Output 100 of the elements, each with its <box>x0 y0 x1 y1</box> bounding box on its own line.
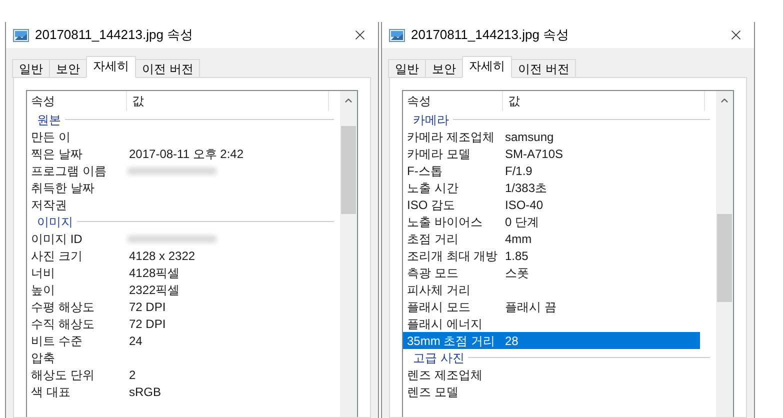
property-name: 프로그램 이름 <box>30 162 108 180</box>
tab[interactable]: 일반 <box>388 59 426 78</box>
list-row[interactable]: 비트 수준 24 <box>27 332 324 349</box>
property-name: 렌즈 제조업체 <box>406 366 484 384</box>
property-name: 만든 이 <box>30 128 72 146</box>
list-row[interactable]: 수직 해상도 72 DPI <box>27 315 324 332</box>
list-row[interactable]: 카메라 제조업체 samsung <box>403 128 700 145</box>
property-name: 사진 크기 <box>30 248 84 264</box>
scroll-thumb[interactable] <box>341 126 356 214</box>
tab[interactable]: 자세히 <box>86 56 136 78</box>
list-row[interactable]: 피사체 거리 <box>403 281 700 298</box>
list-row[interactable]: 취득한 날짜 <box>27 179 324 196</box>
group-header: 원본 <box>37 112 61 128</box>
list-row[interactable]: 조리개 최대 개방 1.85 <box>403 247 700 264</box>
scrollbar[interactable] <box>340 91 357 417</box>
property-value: 플래시 끔 <box>504 298 556 316</box>
property-value: 72 DPI <box>128 298 166 316</box>
property-name: 측광 모드 <box>406 264 460 282</box>
group-header: 이미지 <box>37 214 73 230</box>
list-row[interactable]: 렌즈 모델 <box>403 383 700 400</box>
property-name: 노출 바이어스 <box>406 214 484 230</box>
list-row[interactable]: ISO 감도 ISO-40 <box>403 196 700 213</box>
property-value: 2322픽셀 <box>128 282 180 298</box>
property-name: 초점 거리 <box>406 230 460 248</box>
list-row[interactable]: 35mm 초점 거리 28 <box>403 332 700 349</box>
property-value: SM-A710S <box>504 146 564 162</box>
list-row[interactable]: 플래시 모드 플래시 끔 <box>403 298 700 315</box>
property-value: 28 <box>504 332 518 350</box>
property-value: 4128픽셀 <box>128 264 180 282</box>
window-title: 20170811_144213.jpg 속성 <box>411 26 570 44</box>
list-row[interactable]: 초점 거리 4mm <box>403 230 700 247</box>
property-name: 플래시 모드 <box>406 298 472 316</box>
property-value: 2017-08-11 오후 2:42 <box>128 146 244 162</box>
group-header: 고급 사진 <box>413 350 464 366</box>
property-value: ISO-40 <box>504 196 544 214</box>
property-name: 수직 해상도 <box>30 316 96 332</box>
property-value: 1/383초 <box>504 180 548 196</box>
list-row[interactable]: 압축 <box>27 349 324 366</box>
property-name: 플래시 에너지 <box>406 316 484 332</box>
property-name: 노출 시간 <box>406 180 460 196</box>
tab[interactable]: 일반 <box>12 59 50 78</box>
list-row[interactable]: 너비 4128픽셀 <box>27 264 324 281</box>
column-header[interactable]: 값 <box>127 91 329 111</box>
property-value: F/1.9 <box>504 162 532 180</box>
scroll-thumb[interactable] <box>717 214 732 302</box>
property-name: 높이 <box>30 282 56 298</box>
list-row[interactable]: 찍은 날짜 2017-08-11 오후 2:42 <box>27 145 324 162</box>
list-row[interactable]: 노출 시간 1/383초 <box>403 179 700 196</box>
property-name: 피사체 거리 <box>406 282 472 298</box>
column-header[interactable]: 값 <box>503 91 705 111</box>
property-name: 찍은 날짜 <box>30 146 84 162</box>
column-header[interactable]: 속성 <box>27 91 127 111</box>
property-name: 이미지 ID <box>30 230 84 248</box>
image-file-icon <box>389 28 405 42</box>
property-name: 35mm 초점 거리 <box>406 332 496 350</box>
property-name: 수평 해상도 <box>30 298 96 316</box>
property-name: 해상도 단위 <box>30 366 96 384</box>
scrollbar[interactable] <box>716 91 733 417</box>
property-value: sRGB <box>128 384 162 400</box>
property-value: 72 DPI <box>128 316 166 332</box>
property-value: 4128 x 2322 <box>128 248 196 264</box>
list-row[interactable]: 높이 2322픽셀 <box>27 281 324 298</box>
window-title: 20170811_144213.jpg 속성 <box>35 26 194 44</box>
property-name: ISO 감도 <box>406 196 456 214</box>
property-name: F-스톱 <box>406 162 444 180</box>
property-name: 저작권 <box>30 196 68 214</box>
property-value: 4mm <box>504 230 532 248</box>
property-name: 압축 <box>30 350 56 366</box>
list-row[interactable]: 수평 해상도 72 DPI <box>27 298 324 315</box>
tab[interactable]: 이전 버전 <box>135 59 200 78</box>
property-name: 너비 <box>30 264 56 282</box>
property-name: 색 대표 <box>30 384 72 400</box>
list-row[interactable]: 이미지 ID <box>27 230 324 247</box>
tab[interactable]: 자세히 <box>462 56 512 78</box>
list-row[interactable]: 카메라 모델 SM-A710S <box>403 145 700 162</box>
list-row[interactable]: 사진 크기 4128 x 2322 <box>27 247 324 264</box>
property-value: 스폿 <box>504 264 529 282</box>
list-row[interactable]: 플래시 에너지 <box>403 315 700 332</box>
list-row[interactable]: 렌즈 제조업체 <box>403 366 700 383</box>
tab[interactable]: 이전 버전 <box>511 59 576 78</box>
list-row[interactable]: 해상도 단위 2 <box>27 366 324 383</box>
property-value: 1.85 <box>504 248 528 264</box>
list-row[interactable]: 측광 모드 스폿 <box>403 264 700 281</box>
property-name: 렌즈 모델 <box>406 384 460 400</box>
property-name: 카메라 모델 <box>406 146 472 162</box>
property-name: 취득한 날짜 <box>30 180 96 196</box>
property-value: 2 <box>128 366 136 384</box>
property-name: 조리개 최대 개방 <box>406 248 499 264</box>
column-header[interactable]: 속성 <box>403 91 503 111</box>
list-row[interactable]: 저작권 <box>27 196 324 213</box>
property-name: 비트 수준 <box>30 332 84 350</box>
property-name: 카메라 제조업체 <box>406 128 496 146</box>
property-value: 0 단계 <box>504 214 540 230</box>
list-row[interactable]: 만든 이 <box>27 128 324 145</box>
image-file-icon <box>13 28 29 42</box>
property-value: 24 <box>128 332 142 350</box>
list-row[interactable]: 노출 바이어스 0 단계 <box>403 213 700 230</box>
list-row[interactable]: 색 대표 sRGB <box>27 383 324 400</box>
list-row[interactable]: F-스톱 F/1.9 <box>403 162 700 179</box>
list-row[interactable]: 프로그램 이름 <box>27 162 324 179</box>
